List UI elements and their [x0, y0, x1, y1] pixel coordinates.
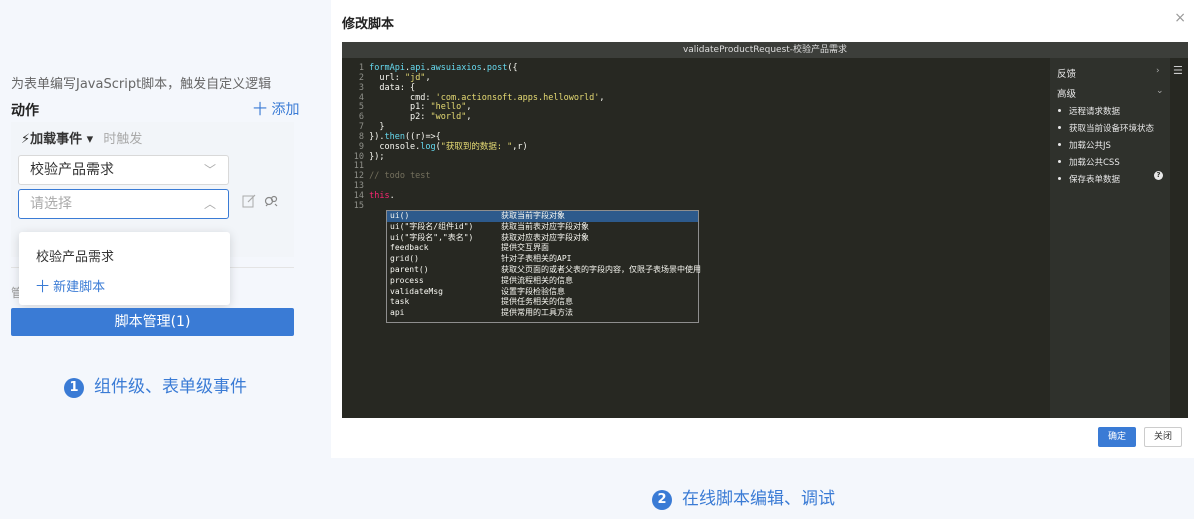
- script-select[interactable]: 校验产品需求 ﹀: [18, 155, 229, 185]
- ac-desc: 获取父页面的或者父表的字段内容，仅限子表场景中使用: [501, 265, 701, 274]
- caption-text-2: 在线脚本编辑、调试: [682, 489, 835, 509]
- editor-title-bar: validateProductRequest-校验产品需求: [342, 42, 1188, 58]
- ac-name: grid(): [390, 254, 419, 264]
- chevron-up-icon: ︿: [203, 197, 216, 211]
- autocomplete-item[interactable]: grid() 针对子表相关的API: [387, 254, 698, 265]
- side-item-label: 加载公共JS: [1069, 141, 1111, 151]
- side-item-label: 加载公共CSS: [1069, 158, 1120, 168]
- code-editor[interactable]: validateProductRequest-校验产品需求 1 2 3 4 5 …: [342, 42, 1188, 418]
- side-item-save-form[interactable]: 保存表单数据: [1058, 173, 1120, 185]
- code-line: });: [364, 151, 385, 162]
- trigger-label: 时触发: [103, 132, 143, 147]
- script-select-value: 校验产品需求: [30, 162, 114, 178]
- script-dropdown-menu: 校验产品需求 十 新建脚本: [19, 232, 230, 305]
- caption-2: 2 在线脚本编辑、调试: [652, 484, 835, 510]
- event-row: ⚡加载事件 ▾ 时触发: [21, 128, 142, 147]
- edit-icon[interactable]: [240, 193, 258, 211]
- ac-desc: 提供交互界面: [501, 243, 549, 253]
- obscured-label: 管: [11, 286, 19, 300]
- script-select-placeholder: 请选择: [30, 196, 72, 212]
- side-panel-strip: [1170, 58, 1188, 418]
- autocomplete-item[interactable]: ui("字段名/组件id") 获取当前表对应字段对象: [387, 222, 698, 233]
- ac-name: validateMsg: [390, 286, 443, 296]
- autocomplete-item[interactable]: process 提供流程相关的信息: [387, 276, 698, 287]
- code-line: p2: "world",: [364, 112, 472, 123]
- helper-side-panel: 反馈 › 高级 ⌄ 远程请求数据 获取当前设备环境状态 加载公共JS 加载公共C…: [1050, 58, 1170, 418]
- ac-desc: 获取对应表对应字段对象: [501, 232, 589, 242]
- new-script-option[interactable]: 十 新建脚本: [36, 276, 105, 295]
- dropdown-option-script[interactable]: 校验产品需求: [36, 246, 114, 265]
- code-line: console.log("获取到的数据: ",r): [364, 141, 528, 152]
- actions-title: 动作: [11, 103, 39, 119]
- code-content: formApi.api.awsuiaxios.post({ url: "jd",…: [364, 63, 605, 212]
- help-icon[interactable]: ?: [1154, 171, 1163, 180]
- line-number-gutter: 1 2 3 4 5 6 7 8 9 10 11 12 13 14 15: [342, 63, 364, 212]
- autocomplete-item[interactable]: feedback 提供交互界面: [387, 243, 698, 254]
- ac-desc: 提供常用的工具方法: [501, 308, 573, 318]
- autocomplete-item[interactable]: ui() 获取当前字段对象: [387, 211, 698, 222]
- autocomplete-item[interactable]: task 提供任务相关的信息: [387, 297, 698, 308]
- left-panel: 为表单编写JavaScript脚本，触发自定义逻辑 动作 十 添加 ⚡加载事件 …: [0, 0, 300, 519]
- code-line: // todo test: [369, 171, 431, 182]
- autocomplete-item[interactable]: ui("字段名","表名") 获取对应表对应字段对象: [387, 233, 698, 244]
- chevron-down-icon[interactable]: ⌄: [1156, 86, 1164, 96]
- dialog-title: 修改脚本: [342, 17, 395, 32]
- autocomplete-item[interactable]: parent() 获取父页面的或者父表的字段内容，仅限子表场景中使用: [387, 265, 701, 276]
- script-select-open[interactable]: 请选择 ︿: [18, 189, 229, 219]
- caption-1: 1 组件级、表单级事件: [64, 372, 247, 398]
- side-item-load-css[interactable]: 加载公共CSS: [1058, 156, 1120, 168]
- ac-name: parent(): [390, 265, 429, 274]
- ac-name: task: [390, 297, 410, 307]
- bullet-icon: [1058, 177, 1061, 180]
- side-item-label: 远程请求数据: [1069, 107, 1121, 117]
- side-feedback-heading[interactable]: 反馈: [1057, 66, 1076, 80]
- chevron-down-icon: ﹀: [203, 163, 216, 177]
- bullet-icon: [1058, 143, 1061, 146]
- bullet-icon: [1058, 126, 1061, 129]
- side-advanced-heading[interactable]: 高级: [1057, 86, 1076, 100]
- ac-desc: 提供任务相关的信息: [501, 297, 573, 307]
- ac-name: process: [390, 275, 424, 285]
- debug-icon[interactable]: [262, 193, 280, 211]
- side-item-remote-request[interactable]: 远程请求数据: [1058, 105, 1120, 117]
- ac-desc: 获取当前字段对象: [501, 211, 565, 220]
- line-number: 15: [353, 200, 364, 211]
- side-item-device-env[interactable]: 获取当前设备环境状态: [1058, 122, 1154, 134]
- bullet-icon: [1058, 160, 1061, 163]
- code-line: this.: [369, 190, 395, 201]
- ac-name: ui("字段名/组件id"): [390, 221, 474, 231]
- edit-script-dialog: 修改脚本 × validateProductRequest-校验产品需求 1 2…: [331, 0, 1194, 458]
- ac-desc: 设置字段检验信息: [501, 286, 565, 296]
- ac-desc: 获取当前表对应字段对象: [501, 221, 589, 231]
- autocomplete-item[interactable]: api 提供常用的工具方法: [387, 308, 698, 319]
- add-action-button[interactable]: 十 添加: [253, 99, 299, 119]
- side-item-load-js[interactable]: 加载公共JS: [1058, 139, 1111, 151]
- autocomplete-popup: ui() 获取当前字段对象 ui("字段名/组件id") 获取当前表对应字段对象 u…: [386, 210, 701, 323]
- side-item-label: 保存表单数据: [1069, 175, 1121, 185]
- ac-name: ui(): [390, 211, 410, 220]
- script-manage-button[interactable]: 脚本管理(1): [11, 308, 294, 336]
- confirm-button[interactable]: 确定: [1098, 427, 1136, 447]
- caption-number-1: 1: [64, 378, 84, 398]
- load-event-dropdown[interactable]: ⚡加载事件 ▾: [21, 132, 93, 147]
- ac-name: feedback: [390, 243, 429, 253]
- close-button[interactable]: 关闭: [1144, 427, 1182, 447]
- bullet-icon: [1058, 109, 1061, 112]
- side-item-label: 获取当前设备环境状态: [1069, 124, 1155, 134]
- ac-desc: 提供流程相关的信息: [501, 275, 573, 285]
- ac-name: api: [390, 308, 405, 318]
- caption-number-2: 2: [652, 490, 672, 510]
- ac-name: ui("字段名","表名"): [390, 232, 474, 242]
- ac-desc: 针对子表相关的API: [501, 254, 572, 264]
- autocomplete-item[interactable]: validateMsg 设置字段检验信息: [387, 287, 698, 298]
- caption-text-1: 组件级、表单级事件: [94, 377, 247, 397]
- form-script-description: 为表单编写JavaScript脚本，触发自定义逻辑: [11, 77, 272, 92]
- menu-icon[interactable]: ☰: [1173, 64, 1183, 77]
- chevron-right-icon[interactable]: ›: [1156, 66, 1160, 76]
- close-icon[interactable]: ×: [1174, 10, 1186, 26]
